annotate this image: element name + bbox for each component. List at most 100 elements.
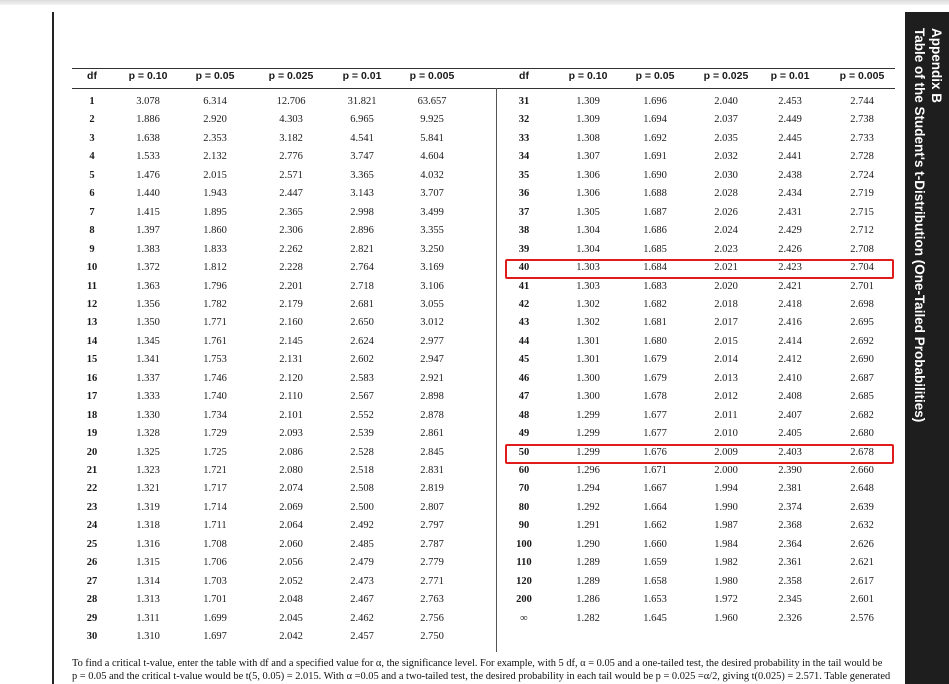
- t-value-cell: 3.707: [420, 188, 444, 200]
- t-value-cell: 2.650: [350, 317, 374, 329]
- t-value-cell: 2.692: [850, 335, 874, 347]
- t-value-cell: 1.306: [576, 169, 600, 181]
- right-header-p3: p = 0.025: [703, 70, 749, 82]
- t-value-cell: 1.318: [136, 520, 160, 532]
- t-value-cell: 2.069: [279, 501, 303, 513]
- df-cell: 110: [516, 557, 532, 569]
- t-value-cell: 1.304: [576, 225, 600, 237]
- t-value-cell: 2.042: [279, 631, 303, 643]
- t-value-cell: 1.286: [576, 594, 600, 606]
- t-value-cell: 2.728: [850, 151, 874, 163]
- t-value-cell: 2.861: [420, 428, 444, 440]
- t-value-cell: 2.744: [850, 96, 874, 107]
- df-cell: 80: [518, 501, 530, 513]
- t-value-cell: 2.576: [850, 612, 874, 624]
- df-cell: 7: [89, 206, 95, 218]
- t-value-cell: 2.552: [350, 409, 374, 421]
- df-cell: 31: [518, 96, 530, 107]
- t-value-cell: 2.821: [350, 243, 374, 255]
- t-value-cell: 2.421: [778, 280, 802, 292]
- left-header-p2: p = 0.05: [195, 70, 235, 82]
- df-cell: 3: [89, 132, 95, 144]
- t-value-cell: 1.740: [203, 391, 227, 403]
- df-cell: 100: [516, 538, 532, 550]
- df-cell: ∞: [520, 612, 528, 624]
- t-value-cell: 6.314: [203, 96, 227, 107]
- df-cell: 19: [86, 428, 98, 440]
- t-value-cell: 2.719: [850, 188, 874, 200]
- t-value-cell: 2.438: [778, 169, 802, 181]
- t-value-cell: 2.345: [778, 594, 802, 606]
- t-value-cell: 1.703: [203, 575, 227, 587]
- t-value-cell: 1.688: [643, 188, 667, 200]
- t-value-cell: 2.120: [279, 372, 303, 384]
- t-value-cell: 1.886: [136, 114, 160, 126]
- t-value-cell: 3.182: [279, 132, 303, 144]
- t-value-cell: 1.692: [643, 132, 667, 144]
- t-value-cell: 1.994: [714, 483, 738, 495]
- t-value-cell: 1.984: [714, 538, 738, 550]
- t-value-cell: 1.697: [203, 631, 227, 643]
- df-cell: 49: [518, 428, 530, 440]
- t-value-cell: 1.325: [136, 446, 160, 458]
- t-value-cell: 1.746: [203, 372, 227, 384]
- footnote-line-1: To find a critical t-value, enter the ta…: [72, 658, 883, 669]
- t-value-cell: 2.712: [850, 225, 874, 237]
- t-value-cell: 2.690: [850, 354, 874, 366]
- t-value-cell: 63.657: [417, 96, 447, 107]
- t-value-cell: 2.756: [420, 612, 444, 624]
- t-value-cell: 2.601: [850, 594, 874, 606]
- right-header-p5: p = 0.005: [839, 70, 885, 82]
- t-value-cell: 2.896: [350, 225, 374, 237]
- t-value-cell: 1.833: [203, 243, 227, 255]
- t-value-cell: 2.695: [850, 317, 874, 329]
- df-cell: 20: [86, 446, 98, 458]
- footnote: To find a critical t-value, enter the ta…: [72, 657, 900, 683]
- t-value-cell: 2.617: [850, 575, 874, 587]
- t-value-cell: 1.678: [643, 391, 667, 403]
- t-value-cell: 2.012: [714, 391, 738, 403]
- df-cell: 1: [89, 96, 95, 107]
- t-value-cell: 2.228: [279, 262, 303, 274]
- t-value-cell: 2.074: [279, 483, 303, 495]
- t-value-cell: 2.681: [350, 298, 374, 310]
- t-value-cell: 2.179: [279, 298, 303, 310]
- t-value-cell: 2.132: [203, 151, 227, 163]
- df-cell: 37: [518, 206, 530, 218]
- t-value-cell: 1.397: [136, 225, 160, 237]
- df-cell: 8: [89, 225, 95, 237]
- t-value-cell: 1.301: [576, 354, 600, 366]
- header-top-rule: [72, 68, 895, 69]
- t-value-cell: 2.035: [714, 132, 738, 144]
- t-value-cell: 2.410: [778, 372, 802, 384]
- t-value-cell: 2.358: [778, 575, 802, 587]
- t-value-cell: 2.685: [850, 391, 874, 403]
- df-cell: 200: [516, 594, 532, 606]
- t-value-cell: 1.440: [136, 188, 160, 200]
- t-value-cell: 1.319: [136, 501, 160, 513]
- t-value-cell: 2.750: [420, 631, 444, 643]
- t-value-cell: 1.771: [203, 317, 227, 329]
- t-value-cell: 2.429: [778, 225, 802, 237]
- t-value-cell: 2.023: [714, 243, 738, 255]
- t-value-cell: 2.080: [279, 465, 303, 476]
- appendix-title: Table of the Student's t-Distribution (O…: [912, 28, 927, 423]
- t-value-cell: 1.725: [203, 446, 227, 458]
- t-value-cell: 1.372: [136, 262, 160, 274]
- t-value-cell: 2.453: [778, 96, 802, 107]
- left-header-p5: p = 0.005: [409, 70, 455, 82]
- t-value-cell: 2.457: [350, 631, 374, 643]
- t-value-cell: 1.314: [136, 575, 160, 587]
- t-value-cell: 1.686: [643, 225, 667, 237]
- t-value-cell: 4.032: [420, 169, 444, 181]
- t-value-cell: 1.706: [203, 557, 227, 569]
- t-value-cell: 2.381: [778, 483, 802, 495]
- t-value-cell: 9.925: [420, 114, 444, 126]
- t-value-cell: 1.982: [714, 557, 738, 569]
- t-value-cell: 2.632: [850, 520, 874, 532]
- df-cell: 28: [86, 594, 98, 606]
- t-value-cell: 2.145: [279, 335, 303, 347]
- t-value-cell: 3.747: [350, 151, 374, 163]
- t-value-cell: 1.701: [203, 594, 227, 606]
- t-value-cell: 2.621: [850, 557, 874, 569]
